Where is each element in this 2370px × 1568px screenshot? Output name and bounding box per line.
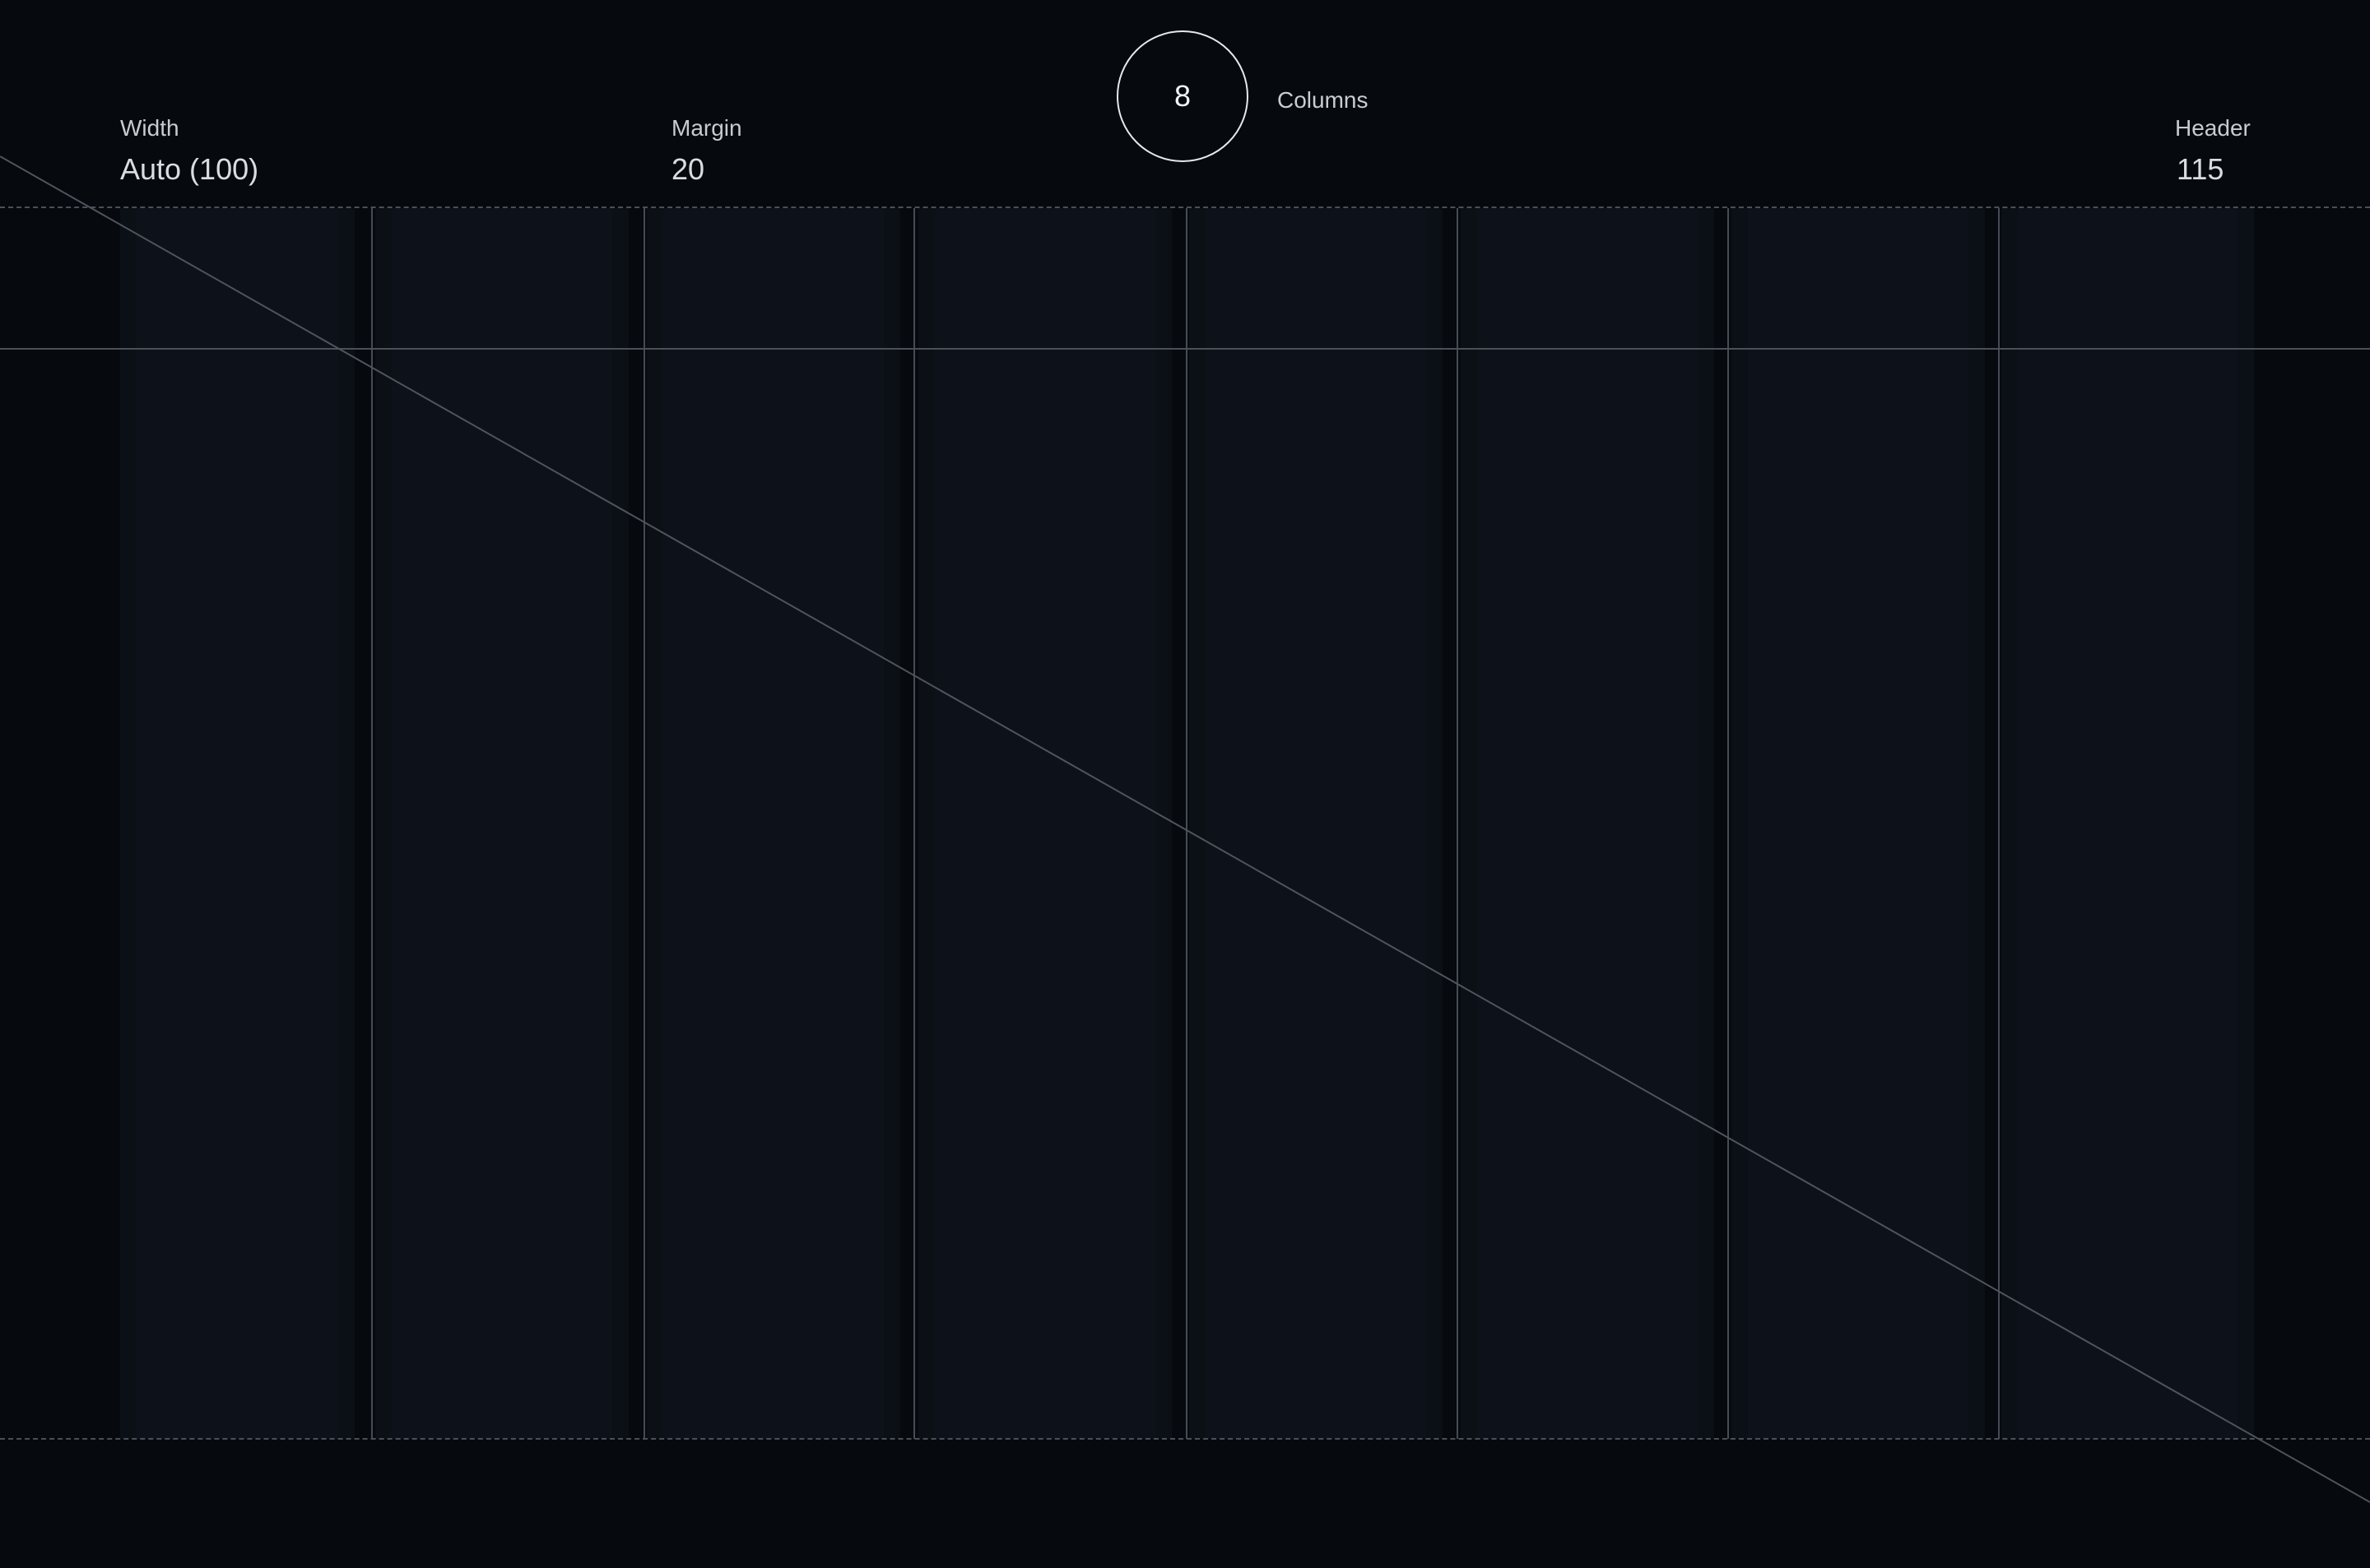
header-label: Header bbox=[2175, 115, 2251, 141]
margin-value[interactable]: 20 bbox=[672, 152, 704, 187]
columns-count-value: 8 bbox=[1173, 79, 1192, 113]
margin-label: Margin bbox=[672, 115, 742, 141]
grid-layout-canvas[interactable]: Width Auto (100) Margin 20 Header 115 8 … bbox=[0, 0, 2370, 1568]
columns-label: Columns bbox=[1277, 87, 1369, 113]
width-label: Width bbox=[120, 115, 179, 141]
columns-count-stepper[interactable]: 8 bbox=[1117, 30, 1248, 162]
header-value[interactable]: 115 bbox=[2177, 152, 2224, 187]
width-value[interactable]: Auto (100) bbox=[120, 152, 258, 187]
diagonal-guide-line bbox=[0, 155, 2370, 1503]
